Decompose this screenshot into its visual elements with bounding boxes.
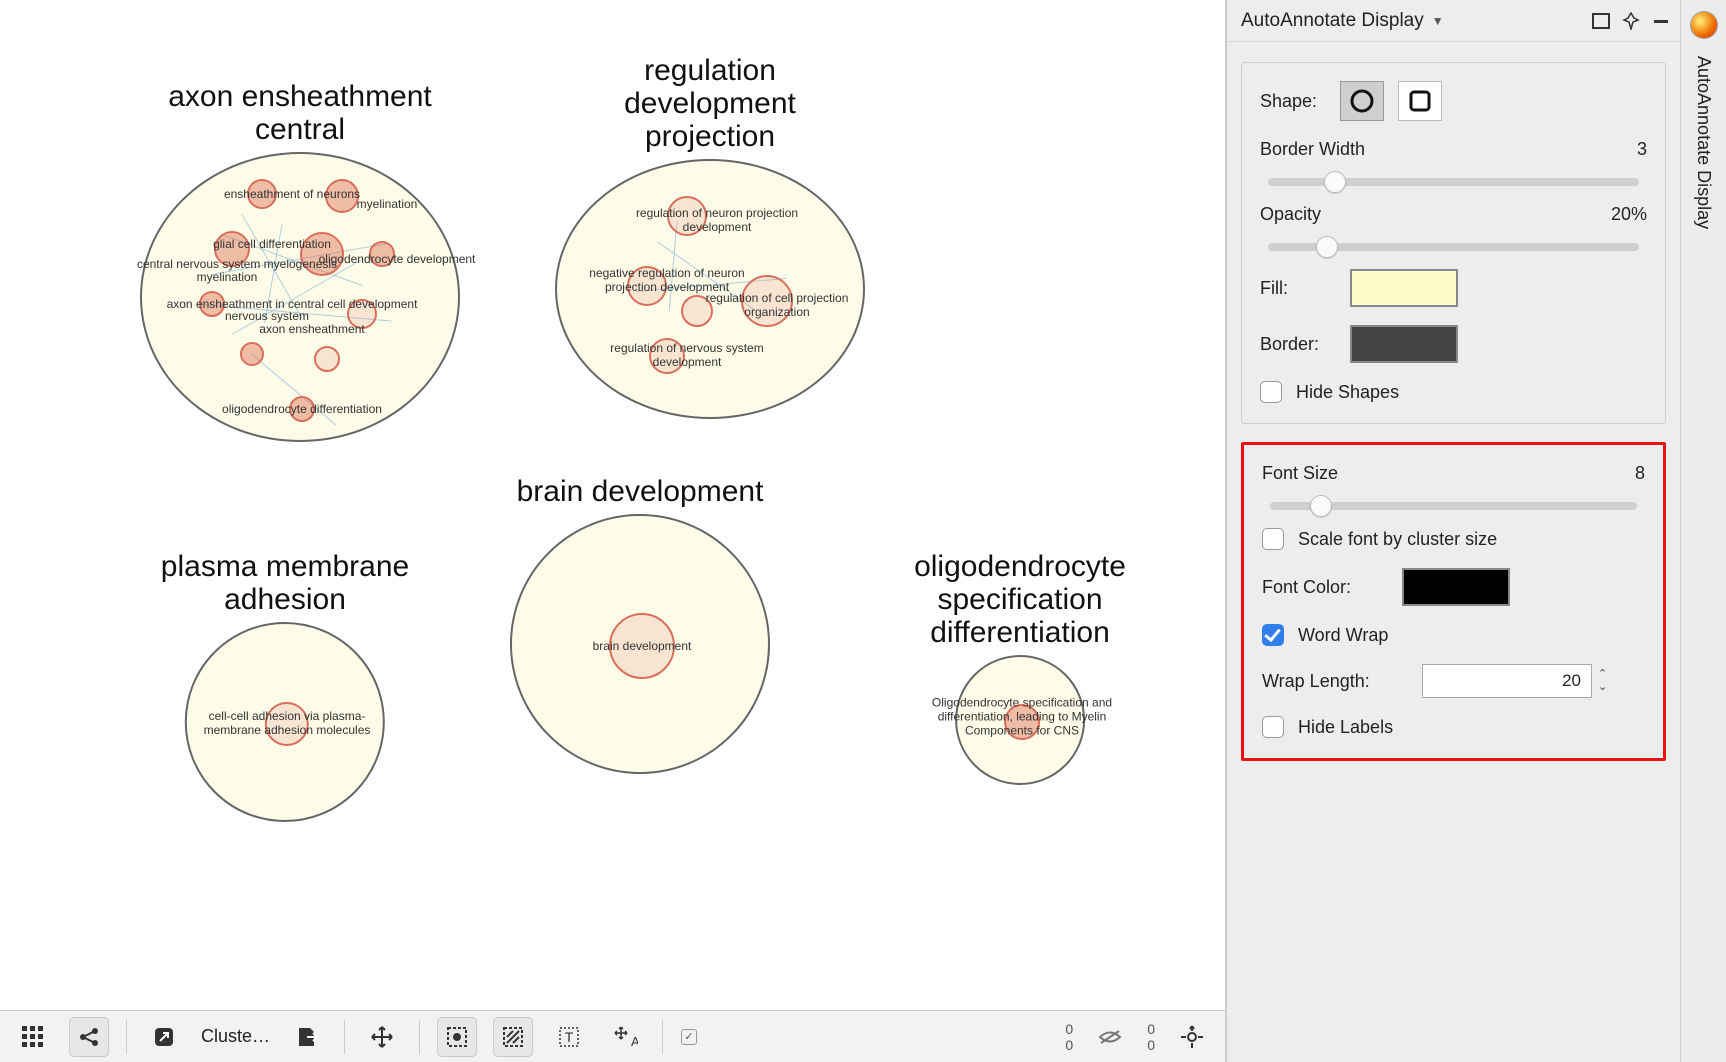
select-mode-button[interactable]: [438, 1018, 476, 1056]
fill-color-swatch[interactable]: [1350, 269, 1458, 307]
recenter-button[interactable]: [1173, 1018, 1211, 1056]
caret-down-icon: ▼: [1432, 14, 1444, 28]
sidebar-tab-autoannotate[interactable]: AutoAnnotate Display: [1689, 46, 1718, 239]
shape-ellipse-option[interactable]: [1340, 81, 1384, 121]
hide-labels-checkbox[interactable]: [1262, 716, 1284, 738]
counter-1: 0 0: [1065, 1022, 1073, 1052]
canvas-bottom-toolbar: Cluste… T A ✓: [0, 1010, 1225, 1062]
move-annotation-button[interactable]: A: [606, 1018, 644, 1056]
cluster-oligodendrocyte-specification[interactable]: oligodendrocyte specification differenti…: [914, 550, 1126, 785]
node-label: regulation of neuron projection developm…: [627, 207, 807, 235]
opacity-label: Opacity: [1260, 204, 1611, 225]
node-label: negative regulation of neuron projection…: [577, 267, 757, 295]
panel-header: AutoAnnotate Display ▼: [1227, 0, 1680, 42]
opacity-slider[interactable]: [1268, 243, 1639, 251]
opacity-value: 20%: [1611, 204, 1647, 225]
app-icon[interactable]: [1691, 12, 1717, 38]
network-canvas[interactable]: axon ensheathment central: [0, 0, 1225, 1010]
node-label: myelination: [357, 197, 418, 211]
hide-shapes-label: Hide Shapes: [1296, 382, 1399, 403]
wrap-length-spinner[interactable]: ⌃⌄: [1598, 669, 1607, 693]
node-label: axon ensheathment: [259, 322, 364, 336]
panel-title-dropdown[interactable]: AutoAnnotate Display ▼: [1241, 10, 1444, 32]
float-window-icon[interactable]: [1592, 13, 1610, 29]
svg-text:T: T: [565, 1029, 574, 1045]
word-wrap-label: Word Wrap: [1298, 625, 1388, 646]
small-checkbox[interactable]: ✓: [681, 1029, 697, 1045]
hide-labels-label: Hide Labels: [1298, 717, 1393, 738]
right-sidebar-tabs: AutoAnnotate Display: [1680, 0, 1726, 1062]
clusters-dropdown[interactable]: Cluste…: [201, 1026, 270, 1047]
border-label: Border:: [1260, 334, 1350, 355]
export-button[interactable]: [288, 1018, 326, 1056]
cluster-title: brain development: [510, 475, 770, 508]
scale-font-label: Scale font by cluster size: [1298, 529, 1497, 550]
network-share-button[interactable]: [70, 1018, 108, 1056]
cluster-brain-development[interactable]: brain development brain development: [510, 475, 770, 774]
cluster-title: axon ensheathment central: [140, 80, 460, 146]
popout-button[interactable]: [145, 1018, 183, 1056]
network-canvas-area: axon ensheathment central: [0, 0, 1226, 1062]
cluster-axon-ensheathment[interactable]: axon ensheathment central: [140, 80, 460, 442]
visibility-toggle-icon[interactable]: [1091, 1018, 1129, 1056]
cluster-title: oligodendrocyte specification differenti…: [914, 550, 1126, 649]
wrap-length-input[interactable]: [1422, 664, 1592, 698]
hide-shapes-checkbox[interactable]: [1260, 381, 1282, 403]
border-color-swatch[interactable]: [1350, 325, 1458, 363]
wrap-length-label: Wrap Length:: [1262, 671, 1422, 692]
cluster-regulation-dev-projection[interactable]: regulation development projection regula…: [555, 54, 865, 419]
cluster-title: plasma membrane adhesion: [161, 550, 409, 616]
minimize-icon[interactable]: [1652, 12, 1670, 30]
select-text-button[interactable]: T: [550, 1018, 588, 1056]
font-size-slider[interactable]: [1270, 502, 1637, 510]
border-width-value: 3: [1637, 139, 1647, 160]
font-color-swatch[interactable]: [1402, 568, 1510, 606]
word-wrap-checkbox[interactable]: [1262, 624, 1284, 646]
scale-font-checkbox[interactable]: [1262, 528, 1284, 550]
label-settings-group: Font Size 8 Scale font by cluster size F…: [1241, 442, 1666, 761]
font-size-value: 8: [1635, 463, 1645, 484]
shape-label: Shape:: [1260, 91, 1340, 112]
border-width-label: Border Width: [1260, 139, 1637, 160]
fill-label: Fill:: [1260, 278, 1350, 299]
font-size-label: Font Size: [1262, 463, 1635, 484]
border-width-slider[interactable]: [1268, 178, 1639, 186]
svg-text:A: A: [631, 1034, 638, 1049]
node-label: regulation of nervous system development: [597, 342, 777, 370]
grid-view-button[interactable]: [14, 1018, 52, 1056]
cluster-plasma-membrane-adhesion[interactable]: plasma membrane adhesion cell-cell adhes…: [161, 550, 409, 822]
move-tool-button[interactable]: [363, 1018, 401, 1056]
pin-icon[interactable]: [1622, 12, 1640, 30]
autoannotate-display-panel: AutoAnnotate Display ▼ Shape:: [1226, 0, 1680, 1062]
shape-rectangle-option[interactable]: [1398, 81, 1442, 121]
counter-2: 0 0: [1147, 1022, 1155, 1052]
font-color-label: Font Color:: [1262, 577, 1402, 598]
select-diag-button[interactable]: [494, 1018, 532, 1056]
cluster-title: regulation development projection: [555, 54, 865, 153]
shape-settings-group: Shape: Border Width 3: [1241, 62, 1666, 424]
